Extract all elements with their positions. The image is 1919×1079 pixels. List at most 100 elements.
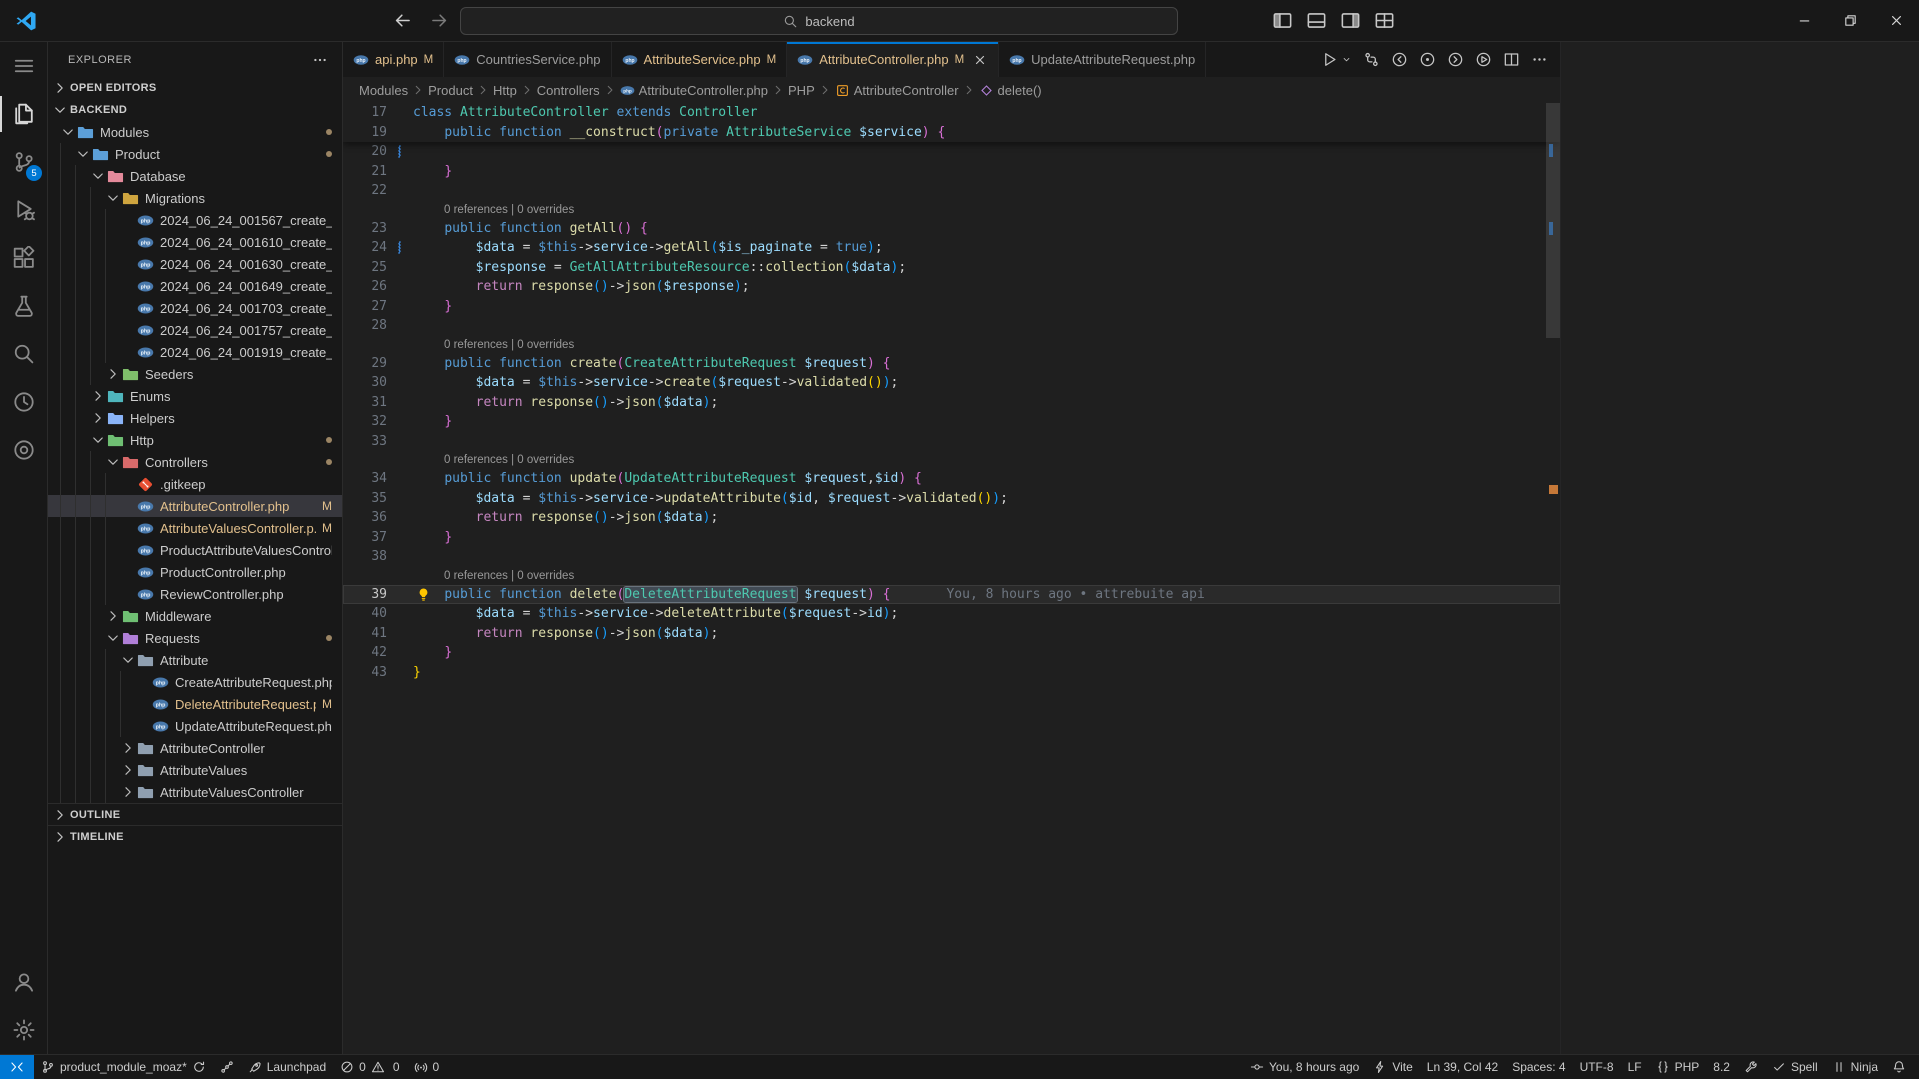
- tree-item-attributevaluescontroller-p[interactable]: phpAttributeValuesController.p...M: [48, 517, 342, 539]
- codelens[interactable]: 0 references | 0 overrides: [343, 451, 1560, 469]
- activity-testing[interactable]: [0, 282, 47, 330]
- status-ninja[interactable]: Ninja: [1825, 1055, 1885, 1079]
- activity-menu[interactable]: [0, 42, 47, 90]
- tree-item-attributecontroller-php[interactable]: phpAttributeController.phpM: [48, 495, 342, 517]
- code-line-22[interactable]: 22: [343, 181, 1560, 201]
- breadcrumb-http[interactable]: Http: [493, 83, 517, 98]
- code-line-33[interactable]: 33: [343, 432, 1560, 452]
- code-line-40[interactable]: 40 $data = $this->service->deleteAttribu…: [343, 604, 1560, 624]
- status-notifications[interactable]: [1885, 1055, 1913, 1079]
- code-line-30[interactable]: 30 $data = $this->service->create($reque…: [343, 373, 1560, 393]
- toggle-secondary-sidebar-icon[interactable]: [1340, 10, 1361, 31]
- restore-button[interactable]: [1827, 0, 1873, 41]
- open-editors-section[interactable]: OPEN EDITORS: [48, 77, 342, 99]
- tree-item-attribute[interactable]: Attribute: [48, 649, 342, 671]
- minimize-button[interactable]: [1781, 0, 1827, 41]
- outline-section[interactable]: OUTLINE: [48, 803, 342, 825]
- code-line-26[interactable]: 26 return response()->json($response);: [343, 277, 1560, 297]
- code-line-29[interactable]: 29 public function create(CreateAttribut…: [343, 354, 1560, 374]
- codelens[interactable]: 0 references | 0 overrides: [343, 567, 1560, 585]
- code-line-37[interactable]: 37 }: [343, 528, 1560, 548]
- status-problems[interactable]: 00: [333, 1055, 406, 1079]
- tree-item-2024-06-24-001703-create-prod[interactable]: php2024_06_24_001703_create_prod...: [48, 297, 342, 319]
- tree-item-migrations[interactable]: Migrations: [48, 187, 342, 209]
- code-line-28[interactable]: 28: [343, 316, 1560, 336]
- code-line-24[interactable]: 24 $data = $this->service->getAll($is_pa…: [343, 238, 1560, 258]
- tree-item-attributevalues[interactable]: AttributeValues: [48, 759, 342, 781]
- status-encoding[interactable]: UTF-8: [1573, 1055, 1621, 1079]
- activity-settings[interactable]: [0, 1006, 47, 1054]
- split-editor-icon[interactable]: [1503, 51, 1520, 68]
- codelens[interactable]: 0 references | 0 overrides: [343, 336, 1560, 354]
- tree-item-gitkeep[interactable]: .gitkeep: [48, 473, 342, 495]
- tree-item-seeders[interactable]: Seeders: [48, 363, 342, 385]
- breadcrumb-modules[interactable]: Modules: [359, 83, 408, 98]
- tab-updateattributerequest-php[interactable]: phpUpdateAttributeRequest.php: [999, 42, 1206, 77]
- tree-item-helpers[interactable]: Helpers: [48, 407, 342, 429]
- code-line-36[interactable]: 36 return response()->json($data);: [343, 508, 1560, 528]
- run-icon[interactable]: [1321, 51, 1338, 68]
- activity-extensions[interactable]: [0, 234, 47, 282]
- tree-item-reviewcontroller-php[interactable]: phpReviewController.php: [48, 583, 342, 605]
- tree-item-2024-06-24-001649-create-attri[interactable]: php2024_06_24_001649_create_attri...: [48, 275, 342, 297]
- code-line-17[interactable]: 17class AttributeController extends Cont…: [343, 103, 1560, 123]
- breadcrumb-attributecontroller[interactable]: AttributeController: [835, 83, 959, 98]
- codelens[interactable]: 0 references | 0 overrides: [343, 201, 1560, 219]
- status-php-version[interactable]: 8.2: [1706, 1055, 1737, 1079]
- activity-run-and-debug[interactable]: [0, 186, 47, 234]
- status-cursor-position[interactable]: Ln 39, Col 42: [1420, 1055, 1505, 1079]
- status-remote[interactable]: [0, 1055, 34, 1079]
- tree-item-2024-06-24-001567-create-prod[interactable]: php2024_06_24_001567_create_prod...: [48, 209, 342, 231]
- tree-item-modules[interactable]: Modules: [48, 121, 342, 143]
- activity-source-control[interactable]: 5: [0, 138, 47, 186]
- coverage-icon[interactable]: [1363, 51, 1380, 68]
- scrollbar[interactable]: [1546, 103, 1560, 1054]
- status-commit-graph[interactable]: [213, 1055, 241, 1079]
- tree-item-2024-06-24-001757-create-prod[interactable]: php2024_06_24_001757_create_prod...: [48, 319, 342, 341]
- breadcrumb-attributecontroller-php[interactable]: phpAttributeController.php: [620, 83, 768, 98]
- tree-item-productattributevaluescontroller[interactable]: phpProductAttributeValuesController...: [48, 539, 342, 561]
- timeline-section[interactable]: TIMELINE: [48, 825, 342, 847]
- run-dropdown-icon[interactable]: [1341, 51, 1352, 68]
- code-line-38[interactable]: 38: [343, 547, 1560, 567]
- close-tab-icon[interactable]: [972, 52, 988, 68]
- activity-search[interactable]: [0, 330, 47, 378]
- status-language-mode[interactable]: PHP: [1649, 1055, 1707, 1079]
- code-line-42[interactable]: 42 }: [343, 643, 1560, 663]
- run-file-icon[interactable]: [1475, 51, 1492, 68]
- close-window-button[interactable]: [1873, 0, 1919, 41]
- toggle-panel-icon[interactable]: [1306, 10, 1327, 31]
- code-line-19[interactable]: 19 public function __construct(private A…: [343, 123, 1560, 143]
- tree-item-controllers[interactable]: Controllers: [48, 451, 342, 473]
- more-actions-icon[interactable]: [312, 52, 328, 68]
- code-line-39[interactable]: 39 public function delete(DeleteAttribut…: [343, 585, 1560, 605]
- command-center[interactable]: backend: [460, 7, 1178, 35]
- breadcrumb-delete[interactable]: delete(): [979, 83, 1042, 98]
- code-line-32[interactable]: 32 }: [343, 412, 1560, 432]
- activity-accounts[interactable]: [0, 958, 47, 1006]
- status-spell-checker[interactable]: Spell: [1765, 1055, 1825, 1079]
- tree-item-createattributerequest-php[interactable]: phpCreateAttributeRequest.php: [48, 671, 342, 693]
- code-line-41[interactable]: 41 return response()->json($data);: [343, 624, 1560, 644]
- tab-countriesservice-php[interactable]: phpCountriesService.php: [444, 42, 611, 77]
- tree-item-http[interactable]: Http: [48, 429, 342, 451]
- tree-item-2024-06-24-001610-create-prod[interactable]: php2024_06_24_001610_create_prod...: [48, 231, 342, 253]
- tab-attributeservice-php[interactable]: phpAttributeService.phpM: [612, 42, 788, 77]
- tree-item-enums[interactable]: Enums: [48, 385, 342, 407]
- nav-back-icon[interactable]: [392, 10, 413, 31]
- tab-api-php[interactable]: phpapi.phpM: [343, 42, 444, 77]
- activity-timeline-view[interactable]: [0, 378, 47, 426]
- code-line-27[interactable]: 27 }: [343, 297, 1560, 317]
- tree-item-updateattributerequest-php[interactable]: phpUpdateAttributeRequest.php: [48, 715, 342, 737]
- status-git-blame[interactable]: You, 8 hours ago: [1243, 1055, 1366, 1079]
- tree-item-attributevaluescontroller[interactable]: AttributeValuesController: [48, 781, 342, 803]
- status-vite[interactable]: Vite: [1366, 1055, 1419, 1079]
- code-line-21[interactable]: 21 }: [343, 162, 1560, 182]
- code-line-31[interactable]: 31 return response()->json($data);: [343, 393, 1560, 413]
- status-indentation[interactable]: Spaces: 4: [1505, 1055, 1572, 1079]
- tree-item-requests[interactable]: Requests: [48, 627, 342, 649]
- status-intelephense[interactable]: [1737, 1055, 1765, 1079]
- code-line-23[interactable]: 23 public function getAll() {: [343, 219, 1560, 239]
- nav-forward-icon[interactable]: [429, 10, 450, 31]
- activity-gitlens[interactable]: [0, 426, 47, 474]
